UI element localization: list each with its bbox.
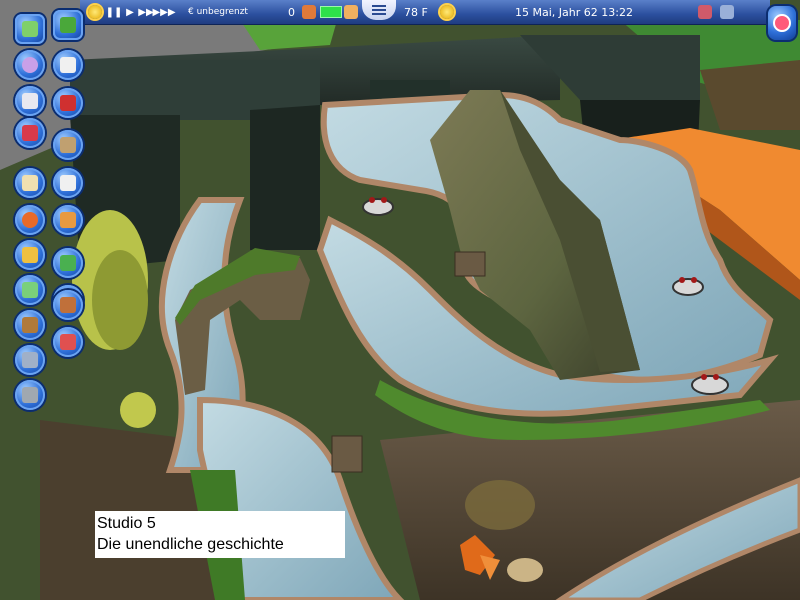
chest-icon [60,297,76,313]
date-time-value: 15 Mai, Jahr 62 13:22 [515,5,633,19]
path-icon [22,352,38,368]
raft-rider [691,277,697,283]
raft-rider [381,197,387,203]
caption-line-2: Die unendliche geschichte [97,536,284,553]
wrench-icon[interactable] [720,2,734,22]
terrain-icon [60,212,76,228]
rock-pillar-center [250,105,320,250]
map-button[interactable] [15,275,45,305]
guests-icon [22,57,38,73]
scenery-button[interactable] [15,310,45,340]
trash-button[interactable] [15,380,45,410]
raft-rider [369,197,375,203]
raft-boat [672,278,704,296]
park-rating-icon[interactable] [302,2,316,22]
tree-small [120,392,156,428]
camera-icon [773,14,791,32]
tree-button[interactable] [53,10,83,40]
path-button[interactable] [15,345,45,375]
fence-icon [60,57,76,73]
tree-icon [60,17,76,33]
objectives-icon [22,175,38,191]
bush-decoration [465,480,535,530]
top-status-bar: ❚❚ ▶ ▶▶ ▶▶▶ € unbegrenzt 0 78 F 15 Mai, … [80,0,770,25]
fence-button[interactable] [53,50,83,80]
wall-button[interactable] [53,88,83,118]
research-icon [22,125,38,141]
stepping-stone [331,435,363,473]
shell-decoration [507,558,543,582]
staff-icon [22,212,38,228]
date-time-display: 15 Mai, Jahr 62 13:22 [515,2,633,22]
park-overview-button[interactable] [15,14,45,44]
guest-count-display[interactable]: 0 [288,2,295,22]
chest-button[interactable] [53,290,83,320]
stepping-stone [454,251,486,277]
paint-button[interactable] [53,327,83,357]
main-menu-button[interactable] [362,0,396,20]
temperature-display: 78 F [404,2,428,22]
game-viewport[interactable] [0,0,800,600]
park-scene[interactable] [0,0,800,600]
park-overview-icon [22,21,38,37]
temperature-value: 78 F [404,5,428,19]
camera-controls-button[interactable] [768,6,796,40]
weather-icon [440,2,454,22]
weather-sun-icon [88,2,102,22]
guests-button[interactable] [15,50,45,80]
wall-icon [60,95,76,111]
raft-boat [362,198,394,216]
shop-icon [60,137,76,153]
terrain-button[interactable] [53,205,83,235]
rides-icon [22,247,38,263]
play-button[interactable]: ▶ [122,2,138,22]
shop-button[interactable] [53,130,83,160]
staff-button[interactable] [15,205,45,235]
pause-button[interactable]: ❚❚ [106,2,123,22]
tree-left-shade [92,250,148,350]
raft-boat [691,375,729,395]
rocket-icon[interactable] [698,2,712,22]
dice-icon [60,175,76,191]
raft-rider [701,374,707,380]
raft-rider [713,374,719,380]
map-icon [22,282,38,298]
money-value: € unbegrenzt [188,7,248,17]
raft-rider [679,277,685,283]
scenery-icon [22,317,38,333]
fastest-button[interactable]: ▶▶▶ [152,2,175,22]
finance-button[interactable] [15,86,45,116]
caption-line-1: Studio 5 [97,515,156,532]
research-button[interactable] [15,118,45,148]
thumbs-up-icon[interactable] [344,2,358,22]
objectives-button[interactable] [15,168,45,198]
rides-button[interactable] [15,240,45,270]
trash-icon [22,387,38,403]
dice-button[interactable] [53,168,83,198]
screenshot-caption: Studio 5 Die unendliche geschichte [95,511,345,558]
landscape-icon [60,255,76,271]
finance-icon [22,93,38,109]
paint-icon [60,334,76,350]
gauge-icon[interactable] [320,2,342,22]
guest-count-value: 0 [288,5,295,19]
landscape-button[interactable] [53,248,83,278]
money-display[interactable]: € unbegrenzt [188,2,248,22]
